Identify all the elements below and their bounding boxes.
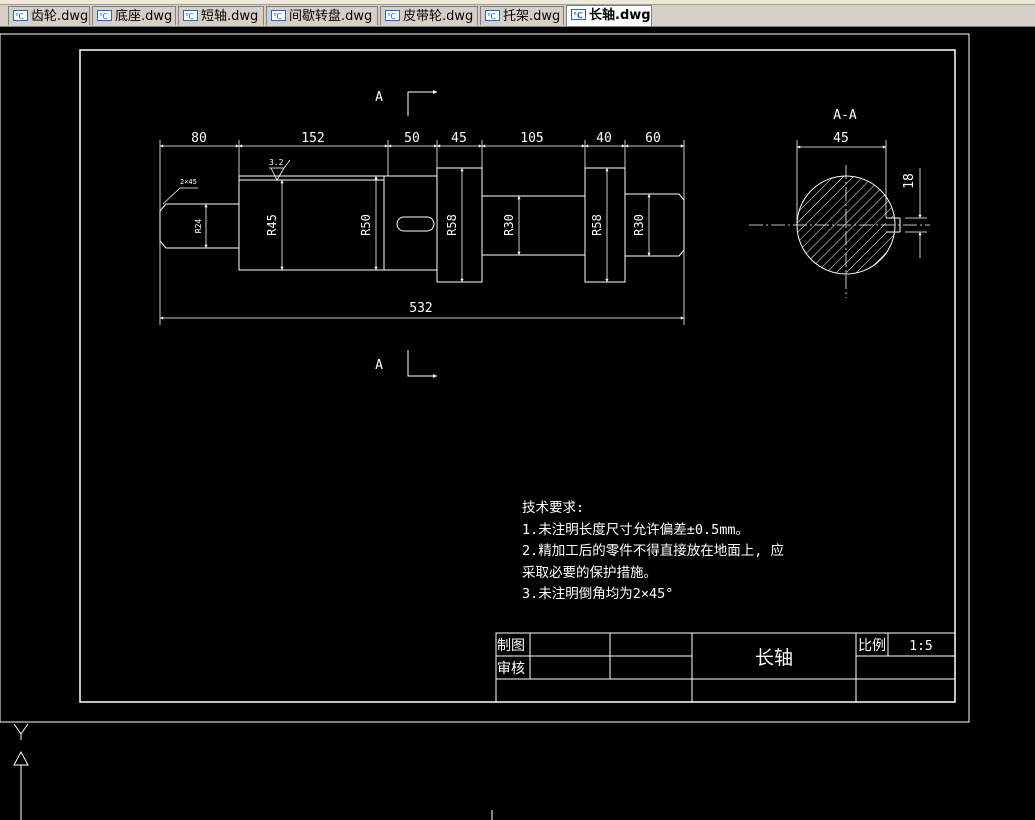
dim-40: 40 [596,131,612,146]
sheet-inner-border [79,49,956,703]
tab-label: 皮带轮.dwg [403,9,474,24]
section-marker-top: A [375,90,437,116]
dwg-file-icon: ℃ [183,10,198,21]
tab-label: 间歇转盘.dwg [289,9,373,24]
tab-bar-top-strip [0,0,1035,5]
tab-short-shaft-dwg[interactable]: ℃ 短轴.dwg [178,6,264,25]
radius-r30: R30 [502,214,516,236]
tech-req-title: 技术要求: [522,500,584,516]
ucs-icon [13,723,29,820]
radius-r24: R24 [194,219,203,234]
dim-152: 152 [301,131,324,146]
title-block-checked-by: 审核 [497,661,525,677]
shaft-outline [159,167,685,283]
section-letter-top: A [375,90,383,105]
dwg-file-icon: ℃ [13,10,28,21]
tab-long-shaft-dwg[interactable]: ℃ 长轴.dwg [566,5,652,26]
dim-105: 105 [520,131,543,146]
radius-r58-2: R58 [590,214,604,236]
tab-label: 托架.dwg [503,9,561,24]
file-tab-bar: ℃ 齿轮.dwg ℃ 底座.dwg ℃ 短轴.dwg ℃ 间歇转盘.dwg ℃ 皮带轮.d… [0,0,1035,27]
chamfer-note: 2×45 [180,178,197,186]
svg-text:℃: ℃ [573,11,583,20]
tab-indexing-dial-dwg[interactable]: ℃ 间歇转盘.dwg [266,6,378,25]
radius-r45: R45 [265,214,279,236]
dim-60: 60 [645,131,661,146]
dwg-file-icon: ℃ [571,9,586,20]
section-dim-18: 18 [902,173,917,189]
dwg-file-icon: ℃ [97,10,112,21]
roughness-value: 3.2 [269,158,284,167]
title-block [495,632,956,703]
tab-label: 短轴.dwg [201,9,259,24]
tab-label: 底座.dwg [115,9,173,24]
section-view-label: A-A [833,108,857,123]
dwg-file-icon: ℃ [485,10,500,21]
title-block-scale-value: 1:5 [909,639,932,654]
tab-base-dwg[interactable]: ℃ 底座.dwg [92,6,176,25]
section-dim-45: 45 [833,131,849,146]
tech-req-line-3: 采取必要的保护措施。 [522,565,657,581]
dwg-file-icon: ℃ [385,10,400,21]
section-letter-bottom: A [375,358,383,373]
radius-r50: R50 [359,214,373,236]
tech-req-line-1: 1.未注明长度尺寸允许偏差±0.5mm。 [522,522,749,538]
title-block-part-name: 长轴 [755,647,793,669]
tech-req-line-4: 3.未注明倒角均为2×45° [522,586,673,602]
tech-req-line-2: 2.精加工后的零件不得直接放在地面上, 应 [522,542,784,559]
svg-text:℃: ℃ [99,12,108,21]
dim-80: 80 [191,131,207,146]
drawing-canvas[interactable]: 80 152 50 45 105 40 60 532 R24 R45 R50 R… [0,26,1035,820]
svg-text:℃: ℃ [387,12,396,21]
tab-gear-dwg[interactable]: ℃ 齿轮.dwg [8,6,90,25]
technical-requirements: 技术要求: 1.未注明长度尺寸允许偏差±0.5mm。 2.精加工后的零件不得直接… [522,500,784,602]
title-block-drawn-by: 制图 [497,638,525,654]
tab-label: 齿轮.dwg [31,9,89,24]
title-block-scale-label: 比例 [858,638,886,654]
dwg-file-icon: ℃ [271,10,286,21]
radius-r58: R58 [445,214,459,236]
svg-text:℃: ℃ [273,12,282,21]
sheet-outer-border [0,33,970,723]
tab-bracket-dwg[interactable]: ℃ 托架.dwg [480,6,564,25]
dim-45: 45 [451,131,467,146]
tab-pulley-dwg[interactable]: ℃ 皮带轮.dwg [380,6,478,25]
svg-text:℃: ℃ [185,12,194,21]
section-view: A-A 45 18 [749,108,930,298]
section-marker-bottom: A [375,350,437,378]
dim-overall-532: 532 [409,301,432,316]
svg-text:℃: ℃ [15,12,24,21]
tab-label: 长轴.dwg [589,8,651,23]
svg-text:℃: ℃ [487,12,496,21]
dim-50: 50 [404,131,420,146]
radius-r30-2: R30 [632,214,646,236]
